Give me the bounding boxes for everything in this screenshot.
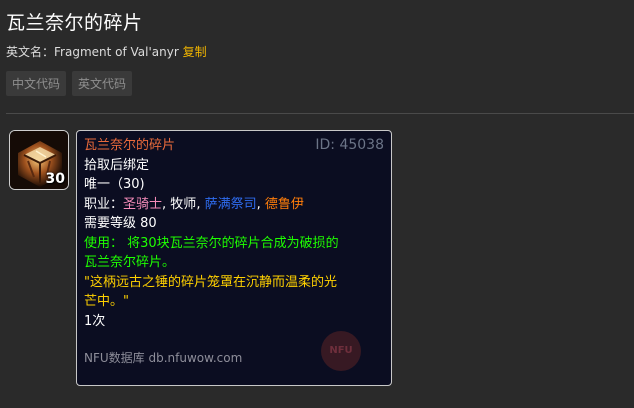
nfu-logo: NFU — [321, 331, 361, 371]
class-paladin[interactable]: 圣骑士 — [123, 197, 162, 212]
nfu-logo-text: NFU — [329, 345, 353, 357]
item-icon[interactable]: 30 — [9, 130, 69, 190]
english-code-button[interactable]: 英文代码 — [72, 71, 133, 96]
charges-text: 1次 — [84, 313, 106, 329]
bind-text: 拾取后绑定 — [84, 157, 150, 173]
use-effect-line-1: 使用： 将30块瓦兰奈尔的碎片合成为破损的 — [84, 235, 339, 251]
item-tooltip: 瓦兰奈尔的碎片 ID: 45038 拾取后绑定 唯一（30) 职业：圣骑士, 牧… — [76, 130, 392, 386]
class-druid[interactable]: 德鲁伊 — [265, 197, 304, 212]
class-priest[interactable]: 牧师 — [170, 197, 196, 212]
class-label: 职业： — [84, 196, 124, 212]
class-shaman[interactable]: 萨满祭司 — [205, 197, 257, 212]
unique-text: 唯一（30) — [84, 177, 145, 192]
english-name-value: Fragment of Val'anyr — [54, 45, 179, 59]
chinese-code-button[interactable]: 中文代码 — [6, 71, 67, 96]
stack-count: 30 — [45, 171, 65, 187]
class-requirement: 职业：圣骑士, 牧师, 萨满祭司, 德鲁伊 — [84, 195, 384, 215]
flavor-text-line-2: 芒中。" — [84, 294, 129, 309]
use-effect-line-2: 瓦兰奈尔碎片。 — [84, 255, 176, 270]
item-id: ID: 45038 — [315, 137, 384, 153]
class-separator: , — [196, 196, 205, 212]
divider — [6, 113, 634, 114]
copy-button[interactable]: 复制 — [183, 45, 207, 59]
item-name[interactable]: 瓦兰奈尔的碎片 — [84, 138, 175, 153]
code-tabs: 中文代码 英文代码 — [6, 71, 133, 96]
english-name-row: 英文名：Fragment of Val'anyr 复制 — [6, 43, 207, 60]
page-title: 瓦兰奈尔的碎片 — [6, 12, 143, 34]
flavor-text-line-1: "这柄远古之锤的碎片笼罩在沉静而温柔的光 — [84, 274, 337, 290]
level-requirement: 需要等级 80 — [84, 216, 157, 231]
database-credit: NFU数据库 db.nfuwow.com — [84, 351, 243, 365]
english-name-label: 英文名： — [6, 45, 55, 59]
class-separator: , — [256, 196, 265, 212]
